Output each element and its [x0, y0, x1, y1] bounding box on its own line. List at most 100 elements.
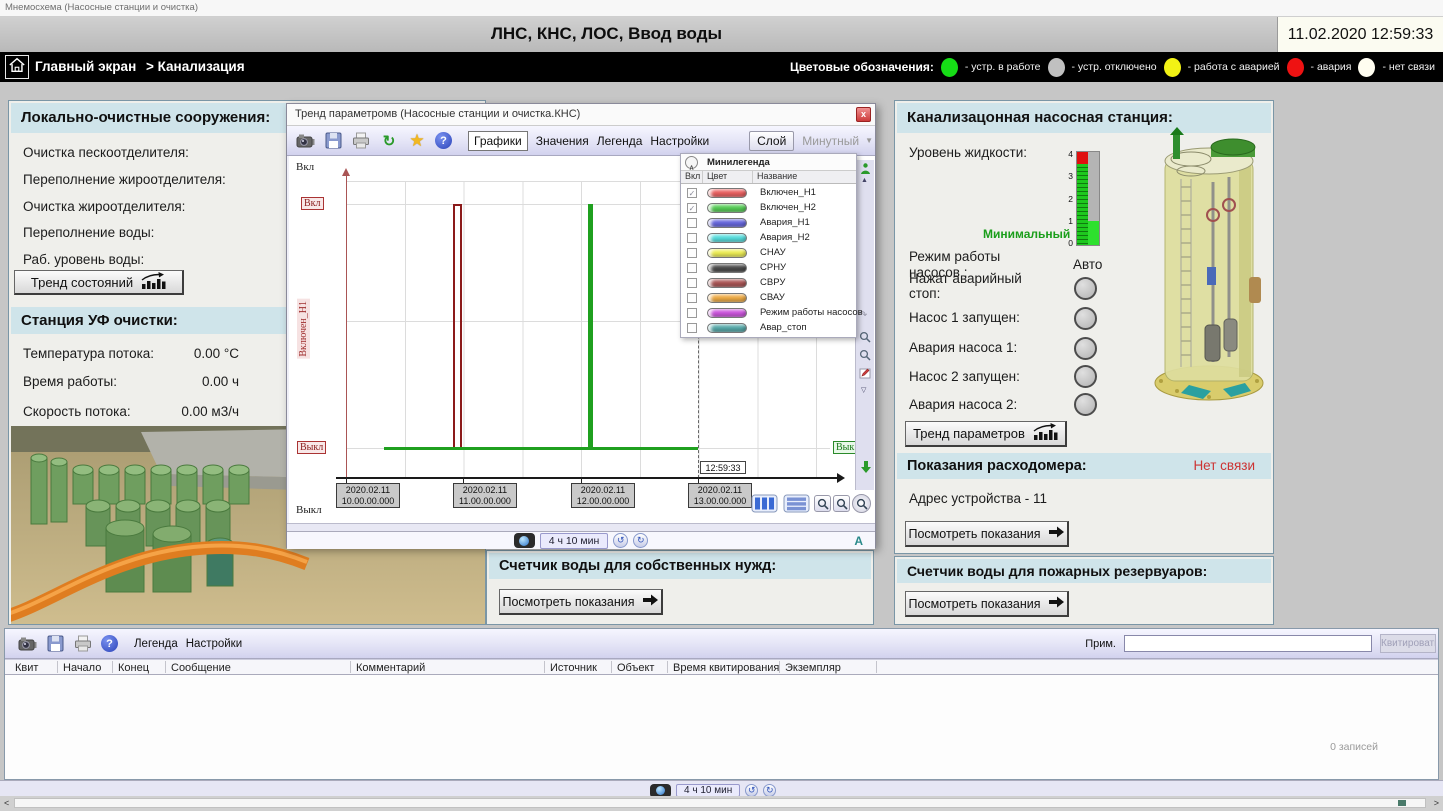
- column-separator[interactable]: [112, 661, 113, 673]
- time-range-value[interactable]: 4 ч 10 мин: [540, 533, 609, 549]
- tab-legend[interactable]: Легенда: [597, 134, 643, 148]
- flowmeter-title: Показания расходомера:: [907, 458, 1087, 474]
- gauge-scale-red: [1077, 152, 1088, 164]
- kns-title: Канализацонная насосная станция:: [907, 109, 1173, 126]
- save-icon[interactable]: [323, 131, 343, 151]
- x-axis-line: [336, 477, 837, 479]
- col-start[interactable]: Начало: [63, 662, 101, 674]
- row-view-icon[interactable]: [783, 494, 810, 518]
- note-input[interactable]: [1124, 635, 1372, 652]
- zoom-in-icon[interactable]: [833, 495, 850, 512]
- ack-button[interactable]: Квитировать: [1380, 634, 1436, 653]
- collapse-button[interactable]: ∧: [685, 156, 698, 169]
- legend-label-off: - устр. отключено: [1072, 61, 1157, 73]
- column-separator[interactable]: [611, 661, 612, 673]
- column-separator[interactable]: [544, 661, 545, 673]
- help-icon[interactable]: ?: [435, 132, 452, 149]
- series-checkbox[interactable]: [687, 308, 697, 318]
- scroll-up-icon[interactable]: ▲: [861, 177, 868, 184]
- favorites-icon[interactable]: ★: [407, 131, 427, 151]
- zoom-lens-icon[interactable]: [852, 494, 871, 513]
- export-icon[interactable]: [17, 634, 37, 654]
- series-checkbox[interactable]: ✓: [687, 203, 697, 213]
- col-object[interactable]: Объект: [617, 662, 654, 674]
- undo-icon[interactable]: ↺: [613, 533, 628, 548]
- log-header-row: Квит Начало Конец Сообщение Комментарий …: [5, 659, 1438, 675]
- layer-button[interactable]: Слой: [749, 131, 794, 151]
- zoom-out-icon[interactable]: [814, 495, 831, 512]
- col-source[interactable]: Источник: [550, 662, 597, 674]
- series-color: [707, 233, 747, 243]
- uv-time-label: Время работы:: [23, 374, 117, 389]
- scrollbar-thumb[interactable]: [1398, 800, 1406, 806]
- col-ack-time[interactable]: Время квитирования: [673, 662, 779, 674]
- menu-settings[interactable]: Настройки: [186, 638, 242, 650]
- window-titlebar: Мнемосхема (Насосные станции и очистка): [0, 0, 1443, 17]
- scrollbar-track[interactable]: [14, 798, 1426, 808]
- trend-titlebar[interactable]: Тренд параметромв (Насосные станции и оч…: [287, 104, 875, 126]
- column-separator[interactable]: [350, 661, 351, 673]
- y-axis-bottom-label: Выкл: [296, 504, 322, 516]
- y-tick-off-right: Вык: [833, 441, 857, 454]
- status-lamp-emergency-stop: [1074, 277, 1097, 300]
- export-icon[interactable]: [295, 131, 315, 151]
- fire-reserve-title: Счетчик воды для пожарных резервуаров:: [907, 563, 1207, 579]
- magnifier-icon[interactable]: [859, 348, 871, 366]
- legend-row: ✓Включен_Н1: [681, 185, 856, 200]
- series-name: СНАУ: [760, 247, 786, 258]
- log-body[interactable]: 0 записей: [5, 675, 1438, 779]
- layer-select[interactable]: Минутный ▼: [802, 134, 873, 148]
- status-lamp-pump2-alarm: [1074, 393, 1097, 416]
- chevron-down-icon: ▼: [865, 136, 873, 145]
- close-button[interactable]: x: [856, 107, 871, 122]
- print-icon[interactable]: [73, 634, 93, 654]
- tab-settings[interactable]: Настройки: [650, 134, 709, 148]
- redo-icon[interactable]: ↻: [633, 533, 648, 548]
- tab-graphs[interactable]: Графики: [468, 131, 528, 151]
- series-checkbox[interactable]: [687, 218, 697, 228]
- column-separator[interactable]: [779, 661, 780, 673]
- edit-pencil-icon[interactable]: [859, 366, 871, 384]
- scroll-left-icon[interactable]: <: [4, 798, 9, 808]
- scroll-right-icon[interactable]: >: [1434, 798, 1439, 808]
- column-separator[interactable]: [57, 661, 58, 673]
- col-comment[interactable]: Комментарий: [356, 662, 425, 674]
- state-trend-button[interactable]: Тренд состояний: [14, 270, 184, 295]
- print-icon[interactable]: [351, 131, 371, 151]
- home-button[interactable]: [5, 55, 29, 79]
- series-checkbox[interactable]: [687, 248, 697, 258]
- tick-time: 11.00.00.000: [454, 496, 516, 507]
- column-separator[interactable]: [667, 661, 668, 673]
- series-checkbox[interactable]: [687, 293, 697, 303]
- refresh-icon[interactable]: ↻: [379, 131, 399, 151]
- tab-values[interactable]: Значения: [536, 134, 589, 148]
- col-ack[interactable]: Квит: [15, 662, 38, 674]
- series-checkbox[interactable]: [687, 263, 697, 273]
- series-checkbox[interactable]: ✓: [687, 188, 697, 198]
- fire-reserve-header: Счетчик воды для пожарных резервуаров:: [897, 559, 1271, 583]
- col-instance[interactable]: Экземпляр: [785, 662, 841, 674]
- col-message[interactable]: Сообщение: [171, 662, 231, 674]
- breadcrumb[interactable]: > Канализация: [146, 59, 245, 74]
- magnifier-icon[interactable]: [859, 330, 871, 348]
- save-icon[interactable]: [45, 634, 65, 654]
- nav-home-label[interactable]: Главный экран: [35, 59, 136, 74]
- own-needs-view-button[interactable]: Посмотреть показания: [499, 589, 663, 615]
- window-title: Мнемосхема (Насосные станции и очистка): [5, 2, 198, 13]
- series-checkbox[interactable]: [687, 233, 697, 243]
- column-separator[interactable]: [876, 661, 877, 673]
- series-checkbox[interactable]: [687, 323, 697, 333]
- fire-reserve-view-button[interactable]: Посмотреть показания: [905, 591, 1069, 617]
- time-range-icon[interactable]: [514, 533, 535, 548]
- column-separator[interactable]: [165, 661, 166, 673]
- minilegend-col-on: Вкл: [681, 171, 703, 183]
- series-checkbox[interactable]: [687, 278, 697, 288]
- jump-down-icon[interactable]: [860, 460, 872, 479]
- flowmeter-view-button[interactable]: Посмотреть показания: [905, 521, 1069, 547]
- menu-legend[interactable]: Легенда: [134, 638, 178, 650]
- col-end[interactable]: Конец: [118, 662, 149, 674]
- column-view-icon[interactable]: [751, 494, 778, 518]
- help-icon[interactable]: ?: [101, 635, 118, 652]
- scroll-down-icon[interactable]: ▽: [861, 386, 866, 394]
- param-trend-button[interactable]: Тренд параметров: [905, 421, 1067, 447]
